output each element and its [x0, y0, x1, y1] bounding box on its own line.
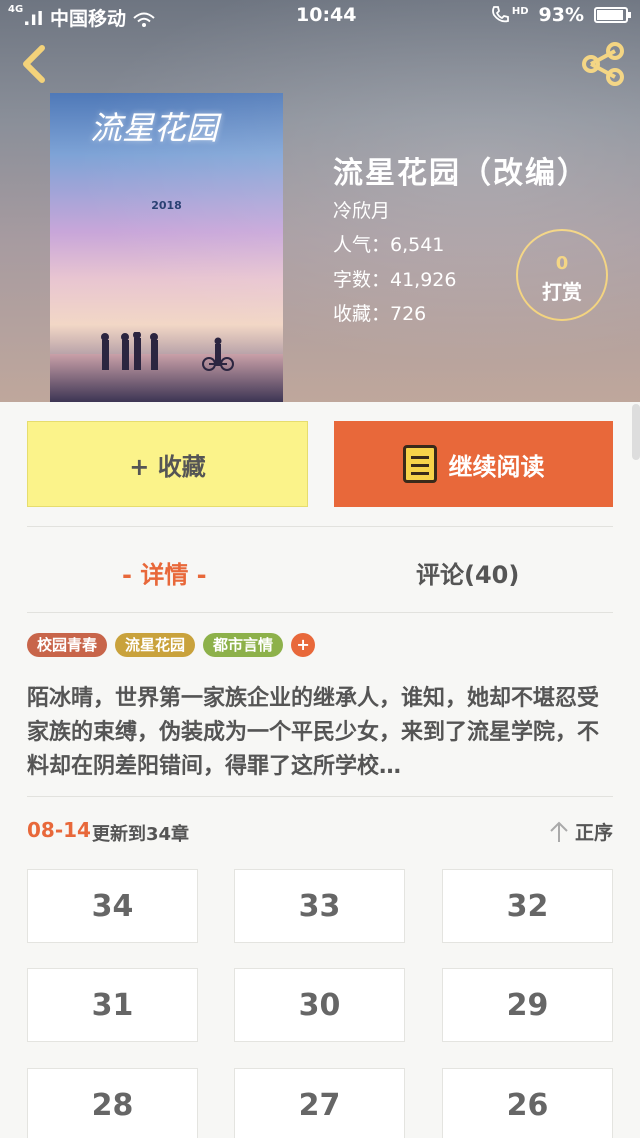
arrow-up-icon [550, 821, 568, 842]
chapter-button[interactable]: 28 [27, 1068, 198, 1138]
book-title: 流星花园（改编） [333, 156, 589, 191]
chapter-button[interactable]: 30 [234, 968, 405, 1042]
continue-reading-label: 继续阅读 [448, 452, 545, 481]
tip-button[interactable]: 0 打赏 [516, 229, 608, 321]
cover-title: 流星花园 [90, 109, 219, 147]
book-cover[interactable]: 流星花园 2018 [50, 93, 283, 402]
back-button[interactable] [14, 42, 54, 86]
chapter-button[interactable]: 33 [234, 869, 405, 943]
clock: 10:44 [296, 4, 357, 26]
divider [27, 526, 613, 527]
carrier-name: 中国移动 [50, 8, 127, 30]
cover-silhouettes [101, 332, 234, 371]
book-favorites: 收藏：726 [333, 303, 427, 325]
share-button[interactable] [578, 40, 628, 88]
chapter-button[interactable]: 29 [442, 968, 613, 1042]
tip-label: 打赏 [542, 280, 582, 304]
book-icon [402, 445, 437, 483]
chapter-button[interactable]: 26 [442, 1068, 613, 1138]
book-popularity: 人气：6,541 [333, 234, 445, 256]
update-date: 08-14 [27, 818, 91, 842]
tab-details[interactable]: - 详情 - [122, 555, 207, 590]
signal-icon: 4G [8, 4, 24, 15]
battery-percent: 93% [538, 4, 584, 26]
cover-ground [50, 354, 283, 402]
sort-label: 正序 [574, 822, 613, 844]
cover-year: 2018 [151, 199, 182, 212]
divider [27, 796, 613, 797]
add-tag-icon[interactable]: + [291, 633, 316, 657]
book-header: 4G.ıl 中国移动 10:44 HD 93% 流星花园 2018 流星花园（改… [0, 0, 640, 402]
status-bar: 4G.ıl 中国移动 10:44 HD 93% [0, 0, 640, 32]
tag-meteor-garden[interactable]: 流星花园 [115, 633, 196, 657]
hd-label: HD [511, 5, 529, 17]
status-right: HD 93% [490, 4, 631, 26]
tip-count: 0 [555, 253, 569, 274]
divider [27, 612, 613, 613]
tag-urban-romance[interactable]: 都市言情 [203, 633, 284, 657]
wifi-icon [133, 12, 155, 27]
sort-toggle[interactable]: 正序 [549, 818, 613, 845]
book-author[interactable]: 冷欣月 [333, 196, 390, 223]
tab-comments[interactable]: 评论(40) [416, 555, 519, 590]
tag-campus-youth[interactable]: 校园青春 [27, 633, 108, 657]
battery-icon [594, 7, 631, 23]
scrollbar[interactable] [632, 404, 640, 460]
continue-reading-button[interactable]: 继续阅读 [334, 421, 613, 507]
phone-icon [491, 6, 509, 23]
add-to-favorites-button[interactable]: + 收藏 [27, 421, 308, 507]
chapter-button[interactable]: 32 [442, 869, 613, 943]
chapter-button[interactable]: 27 [234, 1068, 405, 1138]
chapter-button[interactable]: 31 [27, 968, 198, 1042]
book-word-count: 字数：41,926 [333, 269, 457, 291]
add-to-favorites-label: + 收藏 [129, 452, 206, 481]
chapter-button[interactable]: 34 [27, 869, 198, 943]
carrier-label: 4G.ıl 中国移动 [8, 4, 155, 31]
update-text: 更新到34章 [92, 824, 190, 845]
tag-list: 校园青春 流星花园 都市言情 + [27, 633, 316, 657]
book-description[interactable]: 陌冰晴，世界第一家族企业的继承人，谁知，她却不堪忍受家族的束缚，伪装成为一个平民… [27, 682, 613, 784]
signal-bars-icon: .ıl [23, 8, 44, 30]
